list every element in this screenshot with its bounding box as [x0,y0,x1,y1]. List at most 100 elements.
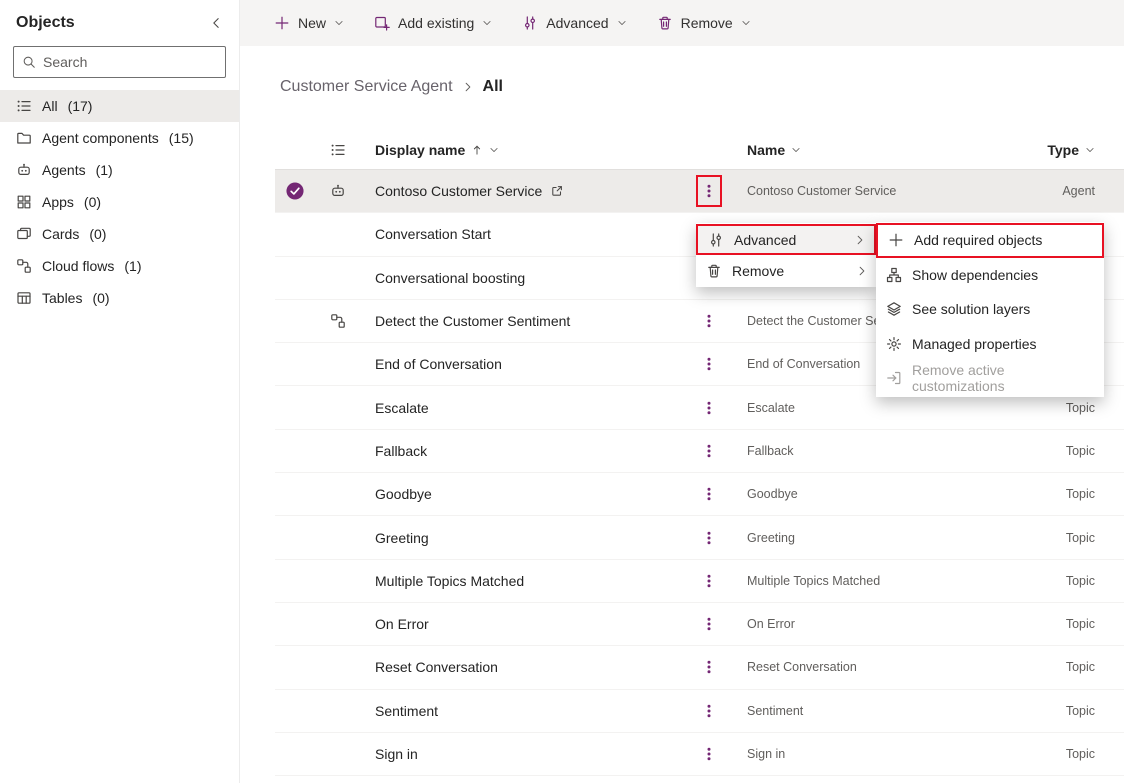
chevron-down-icon [482,18,492,28]
submenu-chevron-icon [856,265,868,277]
chevron-down-icon [489,145,499,155]
open-external-icon[interactable] [550,184,564,198]
sidebar-item-tables[interactable]: Tables (0) [0,282,239,314]
column-header-display-name[interactable]: Display name [361,142,691,158]
table-row[interactable]: Multiple Topics Matched Multiple Topics M… [275,560,1124,603]
row-checkbox-cell[interactable] [275,646,315,688]
row-checked-icon[interactable] [286,182,304,200]
row-more-button[interactable] [698,394,720,422]
display-name-cell: End of Conversation [361,343,691,385]
remove-button[interactable]: Remove [649,9,759,37]
table-row[interactable]: Reset Conversation Reset Conversation Topi… [275,646,1124,690]
column-header-name[interactable]: Name [727,142,1017,158]
table-row[interactable]: Goodbye Goodbye Topic [275,473,1124,517]
table-row[interactable]: Contoso Customer Service Contoso Customer… [275,170,1124,214]
row-checkbox-cell[interactable] [275,430,315,472]
row-more-button[interactable] [698,610,720,638]
column-header-type[interactable]: Type [1017,142,1124,158]
sidebar-item-cards[interactable]: Cards (0) [0,218,239,250]
row-more-button[interactable] [698,480,720,508]
add-existing-button[interactable]: Add existing [366,9,500,37]
command-label: New [298,15,327,31]
search-icon [22,55,36,69]
sidebar-item-count: (0) [83,194,102,210]
row-checkbox-cell[interactable] [275,560,315,602]
display-name-cell: Sign in [361,733,691,775]
table-row[interactable]: Sign in Sign in Topic [275,733,1124,777]
menu-item-label: Remove [732,262,785,279]
submenu-item-see-solution-layers[interactable]: See solution layers [876,292,1104,327]
row-checkbox-cell[interactable] [275,386,315,428]
row-more-button[interactable] [698,437,720,465]
row-more-button[interactable] [698,697,720,725]
table-row[interactable]: Greeting Greeting Topic [275,516,1124,560]
display-name-text: Sentiment [375,702,439,719]
display-name-cell: Contoso Customer Service [361,170,691,212]
display-name-text: Escalate [375,399,429,416]
row-checkbox-cell[interactable] [275,733,315,775]
row-more-button[interactable] [698,307,720,335]
display-name-cell: Conversation Start [361,213,691,255]
chevron-down-icon [334,18,344,28]
row-more-button[interactable] [698,740,720,768]
advanced-button[interactable]: Advanced [514,9,634,37]
row-type-icon-cell [315,300,361,342]
row-more-button[interactable] [698,567,720,595]
table-row[interactable]: On Error On Error Topic [275,603,1124,647]
chevron-down-icon [617,18,627,28]
submenu-item-add-required-objects[interactable]: Add required objects [876,223,1104,258]
row-checkbox-cell[interactable] [275,473,315,515]
submenu-item-show-dependencies[interactable]: Show dependencies [876,258,1104,293]
row-more-button[interactable] [698,653,720,681]
more-vertical-icon [701,746,717,762]
display-name-cell: Goodbye [361,473,691,515]
submenu-item-managed-properties[interactable]: Managed properties [876,327,1104,362]
row-checkbox-cell[interactable] [275,690,315,732]
row-type-icon-cell [315,473,361,515]
sidebar-item-all[interactable]: All (17) [0,90,239,122]
row-checkbox-cell[interactable] [275,603,315,645]
more-vertical-icon [701,616,717,632]
row-more-button[interactable] [698,524,720,552]
row-more-button[interactable] [698,177,720,205]
row-checkbox-cell[interactable] [275,516,315,558]
display-name-header-label: Display name [375,141,466,158]
flow-icon [16,258,32,274]
menu-item-remove[interactable]: Remove [696,255,876,286]
dependencies-icon [886,267,902,283]
name-cell: Contoso Customer Service [747,184,897,199]
breadcrumb-chevron-icon [462,81,474,93]
sidebar-item-agents[interactable]: Agents (1) [0,154,239,186]
row-type-icon-cell [315,343,361,385]
display-name-text: Multiple Topics Matched [375,572,525,589]
menu-item-advanced[interactable]: Advanced [696,224,876,255]
row-checkbox-cell[interactable] [275,170,315,212]
command-label: Advanced [546,15,609,31]
row-checkbox-cell[interactable] [275,213,315,255]
sidebar-item-agent-components[interactable]: Agent components (15) [0,122,239,154]
gear-icon [886,336,902,352]
display-name-text: On Error [375,616,429,633]
row-checkbox-cell[interactable] [275,300,315,342]
sidebar-item-cloud-flows[interactable]: Cloud flows (1) [0,250,239,282]
collapse-sidebar-icon[interactable] [209,16,223,30]
remove-customizations-icon [886,370,902,386]
search-input[interactable] [43,54,224,70]
breadcrumb-parent-link[interactable]: Customer Service Agent [280,78,453,96]
sidebar-item-apps[interactable]: Apps (0) [0,186,239,218]
sidebar-item-label: Cloud flows [42,258,115,274]
new-button[interactable]: New [266,9,352,37]
more-vertical-icon [701,530,717,546]
table-row[interactable]: Fallback Fallback Topic [275,430,1124,474]
more-vertical-icon [701,573,717,589]
table-row[interactable]: Sentiment Sentiment Topic [275,690,1124,733]
row-type-icon-cell [315,213,361,255]
table-icon [16,290,32,306]
submenu-item-label: Remove active customizations [912,362,1005,395]
row-checkbox-cell[interactable] [275,343,315,385]
row-more-button[interactable] [698,350,720,378]
row-checkbox-cell[interactable] [275,257,315,299]
search-box[interactable] [13,46,226,78]
sidebar-item-count: (15) [168,130,194,146]
type-cell: Topic [1065,747,1095,761]
